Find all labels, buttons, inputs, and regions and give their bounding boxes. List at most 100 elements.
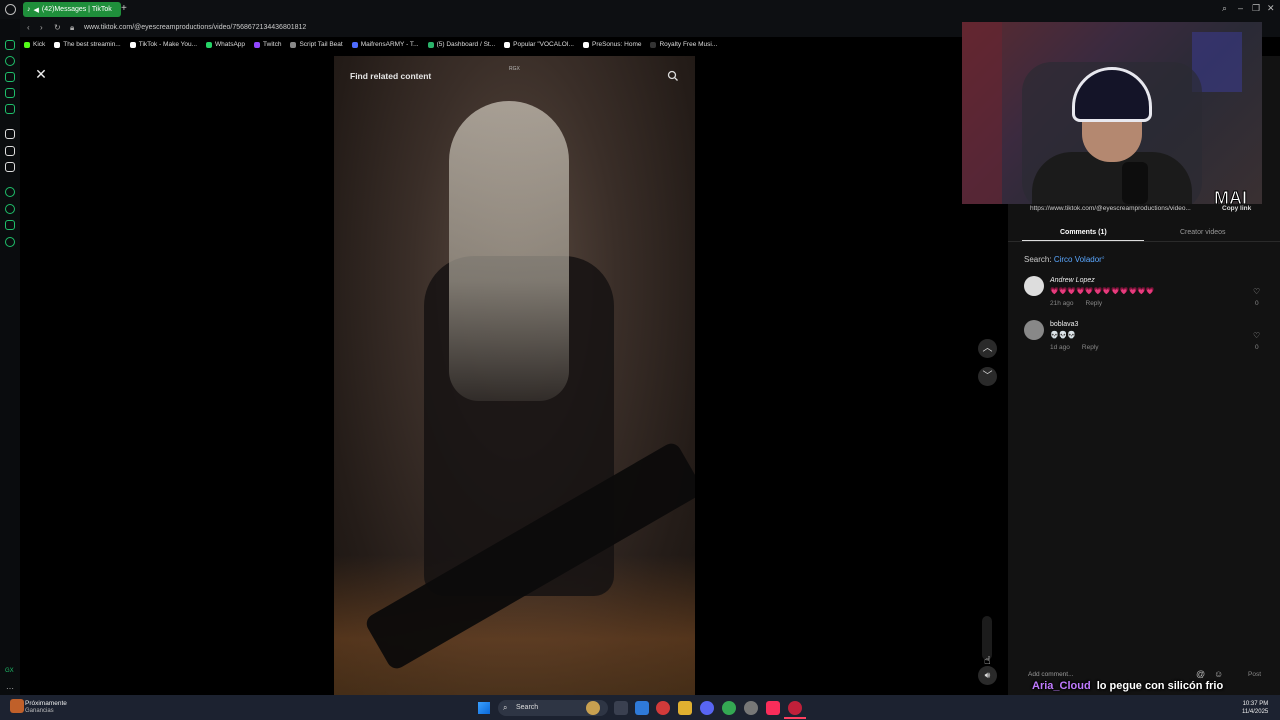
bookmark-item[interactable]: (5) Dashboard / St... bbox=[427, 38, 495, 51]
webcam-shelf bbox=[962, 22, 1002, 204]
sidebar-more-icon[interactable]: ⋯ bbox=[6, 684, 14, 693]
speaker-icon: ◀ bbox=[33, 6, 39, 14]
sidebar-cube-icon[interactable] bbox=[5, 220, 15, 230]
sidebar-messenger-icon[interactable] bbox=[5, 40, 15, 50]
sidebar-clock-icon[interactable] bbox=[5, 204, 15, 214]
bookmark-item[interactable]: WhatsApp bbox=[206, 38, 245, 51]
search-term-link[interactable]: Circo Volador bbox=[1054, 255, 1102, 264]
webcam-microphone bbox=[1122, 162, 1148, 204]
bookmark-favicon-icon bbox=[650, 41, 657, 48]
browser-sidebar bbox=[0, 19, 20, 695]
bookmark-label: MaifrensARMY - T... bbox=[360, 41, 419, 48]
close-window-button[interactable]: ✕ bbox=[1267, 3, 1275, 14]
opera-gx-icon[interactable] bbox=[656, 701, 670, 715]
previous-video-button[interactable]: ︿ bbox=[978, 339, 997, 358]
forward-icon[interactable]: › bbox=[40, 23, 43, 32]
file-explorer-icon[interactable] bbox=[678, 701, 692, 715]
comment-meta: 21h ago Reply bbox=[1050, 300, 1102, 307]
widget-line1[interactable]: Próximamente bbox=[25, 700, 67, 707]
minimize-button[interactable]: – bbox=[1238, 3, 1243, 13]
tab-title: (42)Messages | TikTok bbox=[41, 6, 112, 13]
bookmark-favicon-icon bbox=[24, 41, 30, 48]
sidebar-wallet-icon[interactable] bbox=[5, 72, 15, 82]
back-icon[interactable]: ‹ bbox=[27, 23, 30, 32]
opera-icon[interactable] bbox=[788, 701, 802, 715]
comment-age: 1d ago bbox=[1050, 344, 1070, 351]
bookmark-item[interactable]: Kick bbox=[24, 38, 45, 51]
add-comment-input[interactable]: Add comment... bbox=[1028, 671, 1074, 678]
video-player[interactable] bbox=[334, 56, 695, 695]
weather-widget-icon[interactable] bbox=[10, 699, 24, 713]
settings-icon[interactable] bbox=[744, 701, 758, 715]
bookmark-item[interactable]: Royalty Free Musi... bbox=[650, 38, 717, 51]
bookmark-favicon-icon bbox=[351, 41, 358, 48]
bookmark-label: Kick bbox=[33, 41, 46, 48]
tab-creator-videos[interactable]: Creator videos bbox=[1180, 229, 1226, 236]
copy-link-button[interactable]: Copy link bbox=[1222, 205, 1251, 212]
opera-menu-icon[interactable] bbox=[5, 4, 16, 15]
bookmark-favicon-icon bbox=[129, 41, 136, 48]
bookmark-item[interactable]: MaifrensARMY - T... bbox=[351, 38, 419, 51]
bookmark-item[interactable]: Script Tail Beat bbox=[290, 38, 343, 51]
chat-username: Aria_Cloud bbox=[1032, 680, 1091, 692]
bookmark-item[interactable]: Twitch bbox=[254, 38, 281, 51]
bookmark-item[interactable]: The best streamin... bbox=[54, 38, 121, 51]
related-search[interactable]: Search: Circo Volador⌕ bbox=[1024, 255, 1105, 264]
sidebar-aria-icon[interactable] bbox=[5, 129, 15, 139]
comment-author[interactable]: boblava3 bbox=[1050, 321, 1078, 328]
find-related-content[interactable]: Find related content bbox=[350, 71, 431, 81]
bookmark-favicon-icon bbox=[582, 41, 589, 48]
clock-date: 11/4/2025 bbox=[1242, 709, 1269, 715]
widget-line2: Ganancias bbox=[25, 708, 54, 714]
avatar[interactable] bbox=[1024, 276, 1044, 296]
search-term-icon: ⌕ bbox=[1101, 255, 1105, 261]
reply-button[interactable]: Reply bbox=[1086, 300, 1103, 307]
maximize-button[interactable]: ❐ bbox=[1252, 3, 1260, 14]
bookmark-item[interactable]: Popular "VOCALOI... bbox=[504, 38, 574, 51]
sidebar-tiktok-icon[interactable] bbox=[5, 146, 15, 156]
sidebar-settings-icon[interactable] bbox=[5, 237, 15, 247]
sidebar-gx-icon[interactable]: GX bbox=[5, 668, 14, 674]
lock-icon: 🔒︎ bbox=[70, 23, 75, 32]
heart-icon[interactable]: ♡ bbox=[1253, 287, 1260, 296]
webcam-overlay: MAI bbox=[962, 22, 1262, 204]
sidebar-history-icon[interactable] bbox=[5, 56, 15, 66]
comment-meta: 1d ago Reply bbox=[1050, 344, 1099, 351]
bookmark-label: PreSonus: Home bbox=[591, 41, 642, 48]
search-prefix: Search: bbox=[1024, 255, 1052, 264]
chat-text: lo pegue con silicón frio bbox=[1096, 680, 1224, 692]
music-icon[interactable] bbox=[766, 701, 780, 715]
search-highlight-icon bbox=[586, 701, 600, 715]
clock[interactable]: 10:37 PM 11/4/2025 bbox=[1242, 700, 1268, 716]
close-video-button[interactable]: ✕ bbox=[33, 66, 49, 82]
bookmark-favicon-icon bbox=[290, 41, 297, 48]
start-button[interactable] bbox=[478, 702, 490, 714]
sidebar-music-icon[interactable] bbox=[5, 104, 15, 114]
comment-text: 💗💗💗💗💗💗💗💗💗💗💗💗 bbox=[1050, 288, 1155, 295]
discord-icon[interactable] bbox=[700, 701, 714, 715]
reload-icon[interactable]: ↻ bbox=[54, 23, 61, 32]
reply-button[interactable]: Reply bbox=[1082, 344, 1099, 351]
bookmark-item[interactable]: PreSonus: Home bbox=[582, 38, 642, 51]
sidebar-whatsapp-icon[interactable] bbox=[5, 88, 15, 98]
new-tab-button[interactable]: + bbox=[121, 3, 127, 14]
post-button[interactable]: Post bbox=[1248, 671, 1261, 678]
tab-comments[interactable]: Comments (1) bbox=[1060, 229, 1107, 236]
mail-icon[interactable] bbox=[635, 701, 649, 715]
mention-icon[interactable]: @ bbox=[1196, 669, 1205, 679]
sidebar-x-icon[interactable] bbox=[5, 162, 15, 172]
emoji-icon[interactable]: ☺ bbox=[1214, 669, 1223, 679]
heart-icon[interactable]: ♡ bbox=[1253, 331, 1260, 340]
bookmark-item[interactable]: TikTok - Make You... bbox=[129, 38, 197, 51]
browser-tab-active[interactable]: ♪ ◀ (42)Messages | TikTok bbox=[23, 2, 121, 17]
search-icon[interactable] bbox=[667, 70, 679, 82]
avatar[interactable] bbox=[1024, 320, 1044, 340]
url-field[interactable]: www.tiktok.com/@eyescreamproductions/vid… bbox=[84, 24, 306, 31]
next-video-button[interactable]: ﹀ bbox=[978, 367, 997, 386]
chrome-icon[interactable] bbox=[722, 701, 736, 715]
task-view-icon[interactable] bbox=[614, 701, 628, 715]
volume-button[interactable]: 🔊︎ bbox=[978, 666, 997, 685]
sidebar-player-icon[interactable] bbox=[5, 187, 15, 197]
search-tabs-icon[interactable]: ⌕ bbox=[1222, 3, 1227, 14]
comment-author[interactable]: Andrew Lopez bbox=[1050, 277, 1095, 284]
